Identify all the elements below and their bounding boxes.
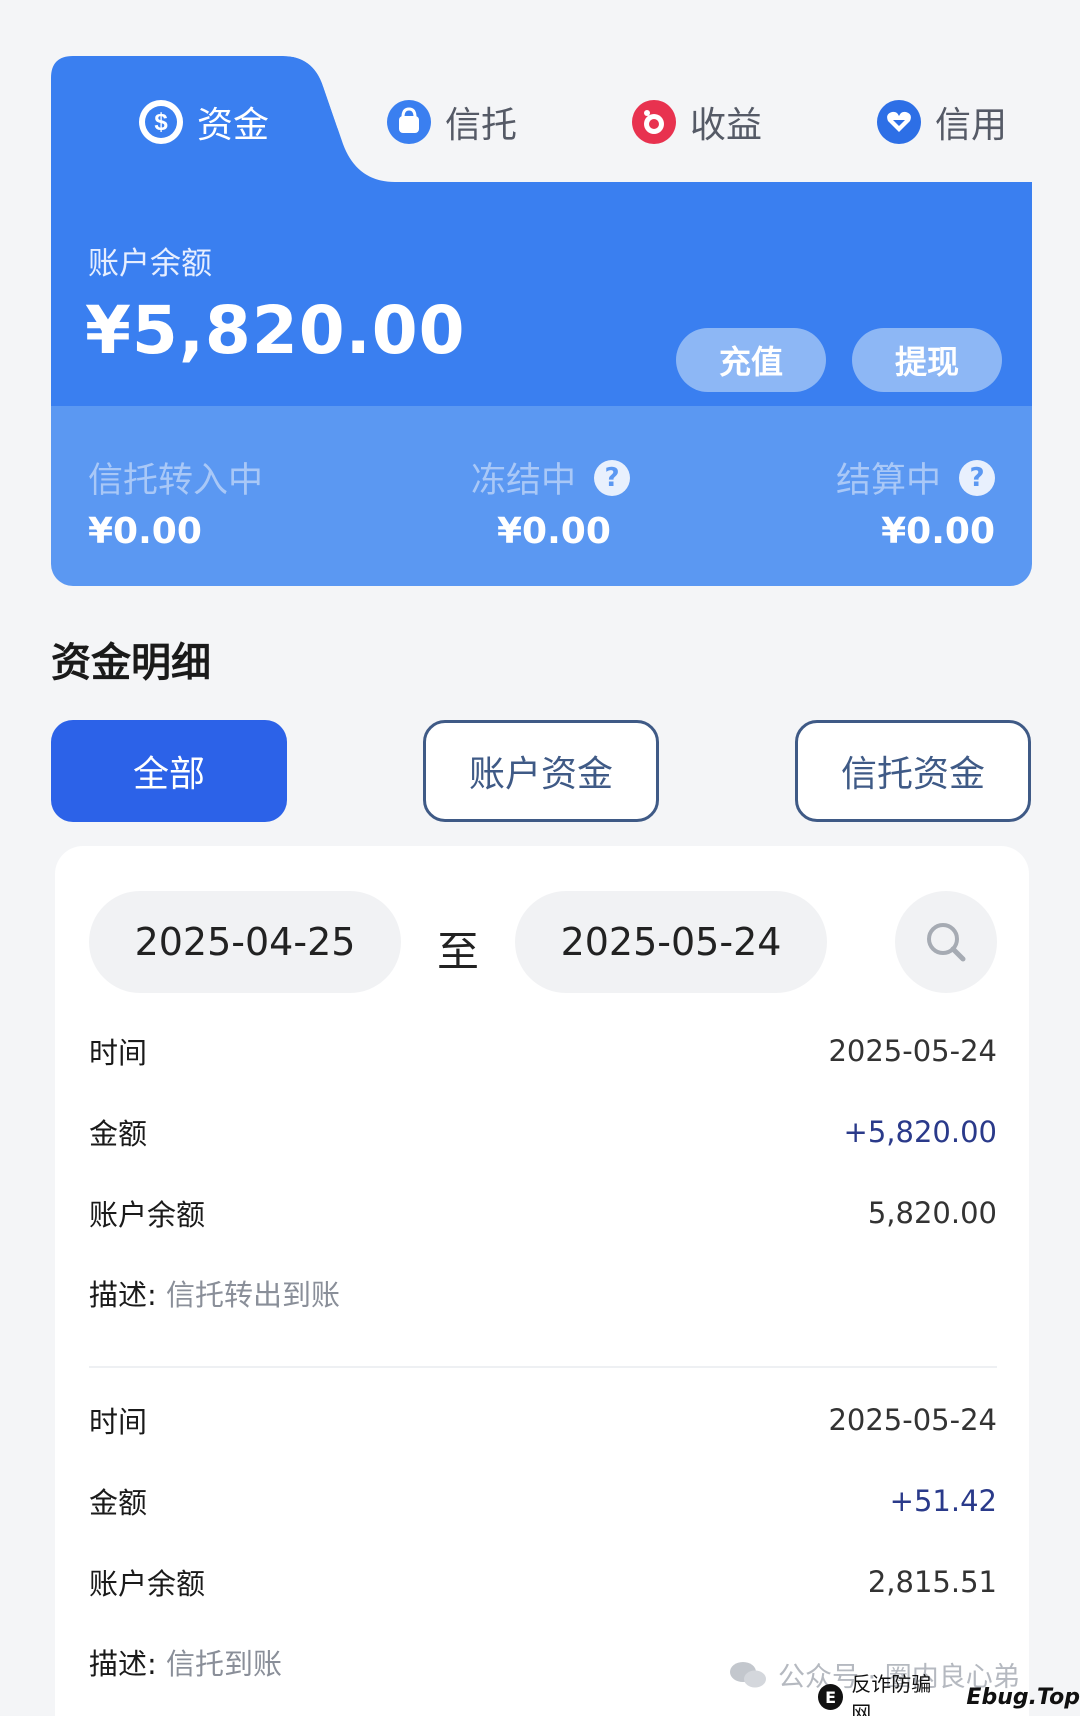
record-balance-row: 账户余额 2,815.51 (89, 1559, 997, 1605)
record-divider (89, 1366, 997, 1368)
tab-label: 资金 (197, 105, 270, 146)
filter-trust-funds-button[interactable]: 信托资金 (795, 720, 1031, 822)
record-time: 2025-05-24 (828, 1034, 997, 1068)
section-title: 资金明细 (51, 640, 211, 686)
tab-label: 信用 (935, 105, 1008, 146)
stat-settling: 结算中 ? ¥0.00 (836, 452, 995, 552)
row-label: 时间 (89, 1036, 148, 1070)
help-icon[interactable]: ? (959, 459, 995, 496)
record-time: 2025-05-24 (828, 1403, 997, 1437)
tab-credit[interactable]: 信用 (877, 92, 1007, 152)
withdraw-button[interactable]: 提现 (852, 328, 1002, 392)
record-balance: 2,815.51 (867, 1565, 997, 1599)
wechat-icon (730, 1661, 766, 1687)
svg-text:$: $ (154, 109, 168, 136)
stat-value: ¥0.00 (881, 511, 995, 552)
record-balance: 5,820.00 (867, 1196, 997, 1230)
row-label: 账户余额 (89, 1198, 206, 1232)
record-description: 描述: 信托转出到账 (89, 1272, 340, 1314)
record-amount: +51.42 (889, 1484, 997, 1518)
start-date-field[interactable]: 2025-04-25 (89, 891, 401, 993)
watermark-site-name: 反诈防骗网 (851, 1672, 932, 1716)
piggy-icon (632, 100, 676, 144)
tab-trust[interactable]: 信托 (387, 92, 517, 152)
stat-trust-incoming: 信托转入中 ¥0.00 (88, 452, 263, 552)
row-label: 时间 (89, 1405, 148, 1439)
row-label: 描述: (89, 1278, 157, 1312)
row-label: 金额 (89, 1486, 148, 1520)
site-logo-icon: E (818, 1684, 844, 1710)
row-label: 账户余额 (89, 1567, 206, 1601)
balance-label: 账户余额 (88, 246, 212, 282)
account-card: $ 资金 信托 收益 信用 账户余额 ¥5,820.00 充值 提现 信托转入中… (51, 56, 1032, 586)
record-time-row: 时间 2025-05-24 (89, 1397, 997, 1443)
dollar-coin-icon: $ (139, 100, 183, 144)
bag-icon (387, 100, 431, 144)
filter-all-button[interactable]: 全部 (51, 720, 287, 822)
stat-value: ¥0.00 (497, 511, 611, 552)
record-amount-row: 金额 +5,820.00 (89, 1109, 997, 1155)
heart-shield-icon (877, 100, 921, 144)
stat-label: 结算中 (835, 461, 941, 501)
recharge-button[interactable]: 充值 (676, 328, 826, 392)
tab-label: 信托 (445, 105, 518, 146)
stat-frozen: 冻结中 ? ¥0.00 (471, 452, 631, 552)
filter-account-funds-button[interactable]: 账户资金 (423, 720, 659, 822)
record-amount: +5,820.00 (843, 1115, 997, 1149)
balance-amount: ¥5,820.00 (85, 292, 466, 369)
watermark-site: E 反诈防骗网 Ebug.Top (818, 1672, 1080, 1716)
record-desc-text: 信托转出到账 (166, 1278, 341, 1312)
stat-value: ¥0.00 (88, 511, 202, 552)
search-icon (927, 923, 966, 962)
date-separator: 至 (437, 927, 480, 976)
tab-label: 收益 (690, 105, 763, 146)
record-description: 描述: 信托到账 (89, 1641, 282, 1683)
record-time-row: 时间 2025-05-24 (89, 1028, 997, 1074)
pending-stats-panel: 信托转入中 ¥0.00 冻结中 ? ¥0.00 结算中 ? ¥0.00 (51, 406, 1032, 586)
tab-earnings[interactable]: 收益 (632, 92, 762, 152)
tab-funds[interactable]: $ 资金 (139, 92, 269, 152)
stat-label: 冻结中 (471, 461, 577, 501)
watermark-brand: Ebug.Top (966, 1684, 1080, 1710)
row-label: 金额 (89, 1117, 148, 1151)
tab-bar: $ 资金 信托 收益 信用 (51, 56, 1032, 186)
search-button[interactable] (895, 891, 997, 993)
stat-label: 信托转入中 (88, 461, 264, 501)
help-icon[interactable]: ? (594, 459, 631, 496)
record-amount-row: 金额 +51.42 (89, 1478, 997, 1524)
row-label: 描述: (89, 1647, 157, 1681)
transaction-list: 2025-04-25 至 2025-05-24 时间 2025-05-24 金额… (55, 846, 1029, 1716)
end-date-field[interactable]: 2025-05-24 (515, 891, 827, 993)
record-balance-row: 账户余额 5,820.00 (89, 1190, 997, 1236)
record-desc-text: 信托到账 (166, 1647, 283, 1681)
